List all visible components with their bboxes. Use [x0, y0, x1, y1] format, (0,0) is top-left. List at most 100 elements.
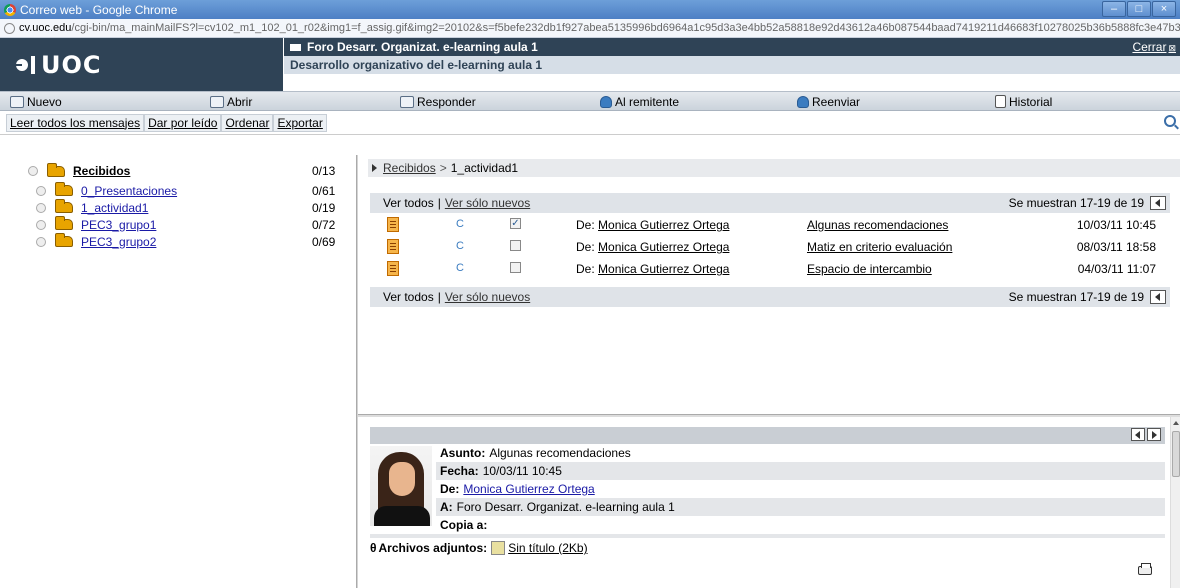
- history-icon: [995, 95, 1006, 108]
- vertical-splitter[interactable]: [356, 155, 358, 588]
- open-icon: [210, 95, 224, 108]
- message-status: C: [456, 218, 464, 230]
- ordenar-link[interactable]: Ordenar: [221, 113, 274, 132]
- envelope-icon: [290, 43, 301, 51]
- folder-icon: [55, 233, 73, 247]
- folder-pec3-grupo2[interactable]: PEC3_grupo2 0/69: [0, 233, 356, 250]
- range-label: Se muestran 17-19 de 19: [1008, 290, 1144, 304]
- ver-nuevos-link[interactable]: Ver sólo nuevos: [445, 290, 530, 304]
- scroll-thumb[interactable]: [1172, 431, 1180, 477]
- preview-nav-bar: [370, 427, 1165, 444]
- folder-pec3-grupo1[interactable]: PEC3_grupo1 0/72: [0, 216, 356, 233]
- message-from: De: Monica Gutierrez Ortega: [576, 218, 729, 232]
- folder-name[interactable]: Recibidos: [73, 164, 130, 178]
- window-titlebar: Correo web - Google Chrome – □ ×: [0, 0, 1180, 19]
- responder-button[interactable]: Responder: [400, 92, 476, 111]
- folder-icon: [55, 182, 73, 196]
- ver-todos-label[interactable]: Ver todos: [383, 290, 434, 304]
- to-line: A: Foro Desarr. Organizat. e-learning au…: [436, 498, 1165, 516]
- forum-subtitle-bar: Desarrollo organizativo del e-learning a…: [283, 56, 1180, 74]
- al-remitente-label: Al remitente: [615, 94, 680, 109]
- horizontal-splitter[interactable]: [358, 414, 1180, 417]
- sender-avatar: [370, 446, 432, 526]
- next-message-button[interactable]: [1147, 428, 1161, 441]
- exportar-link[interactable]: Exportar: [273, 113, 327, 132]
- close-link[interactable]: Cerrar ⊠: [1132, 40, 1176, 54]
- nuevo-button[interactable]: Nuevo: [10, 92, 62, 111]
- ver-todos-label[interactable]: Ver todos: [383, 196, 434, 210]
- attachment-link[interactable]: Sin título (2Kb): [508, 541, 587, 555]
- reenviar-button[interactable]: Reenviar: [797, 92, 860, 111]
- window-controls: – □ ×: [1102, 1, 1176, 17]
- folder-count: 0/19: [312, 200, 336, 215]
- attachments-line: θ Archivos adjuntos: Sin título (2Kb): [370, 541, 588, 555]
- message-icon: [387, 261, 399, 276]
- scroll-up-icon[interactable]: [1173, 421, 1179, 425]
- message-row[interactable]: C De: Monica Gutierrez Ortega Matiz en c…: [370, 237, 1170, 257]
- close-window-button[interactable]: ×: [1152, 1, 1176, 17]
- breadcrumb-arrow-icon: [372, 164, 377, 172]
- prev-page-button[interactable]: [1150, 290, 1166, 304]
- folder-recibidos[interactable]: Recibidos 0/13: [0, 160, 356, 182]
- sender-link[interactable]: Monica Gutierrez Ortega: [598, 240, 729, 254]
- historial-label: Historial: [1009, 94, 1053, 109]
- minimize-button[interactable]: –: [1102, 1, 1126, 17]
- preview-scrollbar[interactable]: [1170, 417, 1180, 588]
- historial-button[interactable]: Historial: [995, 92, 1052, 111]
- folder-radio[interactable]: [36, 219, 46, 230]
- folder-radio[interactable]: [28, 166, 38, 176]
- folder-radio[interactable]: [36, 236, 46, 247]
- reenviar-label: Reenviar: [812, 94, 861, 109]
- from-label: De:: [576, 218, 595, 232]
- message-from: De: Monica Gutierrez Ortega: [576, 262, 729, 276]
- logo-mark-icon: [8, 58, 28, 71]
- breadcrumb-root[interactable]: Recibidos: [383, 161, 436, 175]
- breadcrumb-separator: >: [439, 161, 447, 175]
- al-remitente-button[interactable]: Al remitente: [600, 92, 679, 111]
- message-checkbox[interactable]: [510, 240, 521, 251]
- folder-name[interactable]: PEC3_grupo1: [81, 218, 156, 232]
- prev-page-button[interactable]: [1150, 196, 1166, 210]
- folder-name[interactable]: 1_actividad1: [81, 201, 148, 215]
- leer-todos-link[interactable]: Leer todos los mensajes: [6, 113, 145, 132]
- cc-line: Copia a:: [436, 516, 1165, 534]
- folder-tree: Recibidos 0/13 0_Presentaciones 0/61 1_a…: [0, 160, 356, 250]
- message-date: 08/03/11 18:58: [1076, 240, 1156, 254]
- folder-presentaciones[interactable]: 0_Presentaciones 0/61: [0, 182, 356, 199]
- folder-actividad1[interactable]: 1_actividad1 0/19: [0, 199, 356, 216]
- url-host: cv.uoc.edu: [19, 22, 72, 34]
- message-subject[interactable]: Algunas recomendaciones: [807, 218, 948, 232]
- attachments-label: Archivos adjuntos:: [378, 541, 488, 555]
- de-link[interactable]: Monica Gutierrez Ortega: [463, 482, 594, 496]
- sender-link[interactable]: Monica Gutierrez Ortega: [598, 218, 729, 232]
- ver-nuevos-link[interactable]: Ver sólo nuevos: [445, 196, 530, 210]
- message-row[interactable]: C De: Monica Gutierrez Ortega Espacio de…: [370, 259, 1170, 279]
- abrir-label: Abrir: [227, 94, 253, 109]
- message-from: De: Monica Gutierrez Ortega: [576, 240, 729, 254]
- message-checkbox[interactable]: [510, 262, 521, 273]
- abrir-button[interactable]: Abrir: [210, 92, 252, 111]
- message-checkbox[interactable]: ✓: [510, 218, 521, 229]
- uoc-logo: UOC: [0, 38, 283, 91]
- message-subject[interactable]: Matiz en criterio evaluación: [807, 240, 952, 254]
- folder-name[interactable]: 0_Presentaciones: [81, 184, 177, 198]
- folder-radio[interactable]: [36, 185, 46, 196]
- from-line: De: Monica Gutierrez Ortega: [436, 480, 1165, 498]
- forum-title-bar: Foro Desarr. Organizat. e-learning aula …: [283, 38, 1180, 56]
- sender-link[interactable]: Monica Gutierrez Ortega: [598, 262, 729, 276]
- message-icon: [387, 217, 399, 232]
- folder-name[interactable]: PEC3_grupo2: [81, 235, 156, 249]
- previous-message-button[interactable]: [1131, 428, 1145, 441]
- folder-icon: [55, 216, 73, 230]
- address-bar[interactable]: cv.uoc.edu/cgi-bin/ma_mainMailFS?l=cv102…: [0, 19, 1180, 38]
- search-icon[interactable]: [1164, 115, 1176, 127]
- print-icon[interactable]: [1138, 563, 1152, 575]
- maximize-button[interactable]: □: [1127, 1, 1151, 17]
- reply-sender-icon: [600, 95, 612, 108]
- folder-radio[interactable]: [36, 202, 46, 213]
- folder-count: 0/72: [312, 217, 336, 232]
- message-row[interactable]: C ✓ De: Monica Gutierrez Ortega Algunas …: [370, 215, 1170, 235]
- message-subject[interactable]: Espacio de intercambio: [807, 262, 932, 276]
- dar-por-leido-link[interactable]: Dar por leído: [144, 113, 222, 132]
- from-label: De:: [576, 262, 595, 276]
